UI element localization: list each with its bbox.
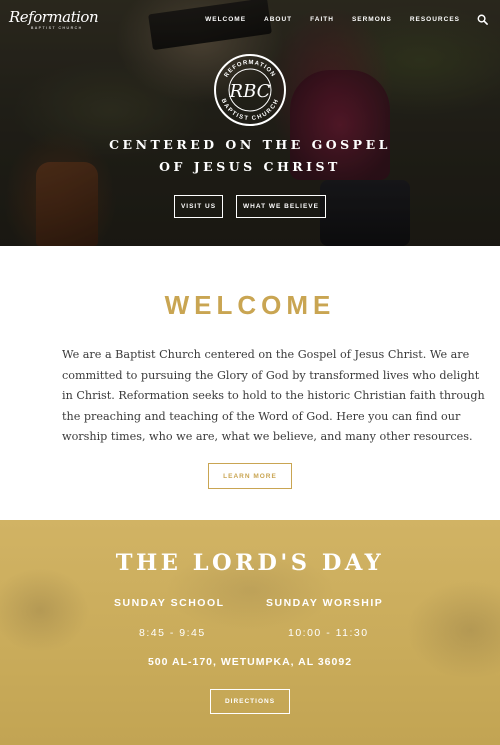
lords-day-section: THE LORD'S DAY SUNDAY SCHOOL SUNDAY WORS…	[0, 520, 500, 745]
nav-item-faith[interactable]: FAITH	[310, 16, 334, 23]
logo-subtitle: BAPTIST CHURCH	[31, 26, 83, 30]
sunday-school-time: 8:45 - 9:45	[139, 627, 206, 639]
hero-photo-bible	[148, 0, 272, 51]
logo-script: Reformation	[9, 8, 99, 26]
welcome-title: WELCOME	[164, 290, 336, 320]
welcome-text-line: in Christ. Reformation seeks to hold to …	[62, 389, 485, 403]
hero-photo-legs	[320, 180, 410, 246]
lords-day-title: THE LORD'S DAY	[115, 550, 385, 576]
site-logo[interactable]: Reformation BAPTIST CHURCH	[9, 8, 99, 31]
church-address: 500 AL-170, WETUMPKA, AL 36092	[147, 656, 353, 668]
directions-button[interactable]: DIRECTIONS	[210, 689, 290, 714]
sunday-worship-time: 10:00 - 11:30	[288, 627, 369, 639]
hero-title: CENTERED ON THE GOSPEL OF JESUS CHRIST	[0, 134, 500, 178]
nav-item-resources[interactable]: RESOURCES	[410, 16, 460, 23]
sunday-worship-label: SUNDAY WORSHIP	[266, 597, 384, 609]
welcome-text-line: committed to pursuing the Glory of God b…	[62, 368, 480, 382]
main-nav: WELCOME ABOUT FAITH SERMONS RESOURCES	[187, 14, 488, 25]
welcome-text-line: We are a Baptist Church centered on the …	[62, 348, 470, 361]
hero-title-line: CENTERED ON THE GOSPEL	[109, 137, 391, 152]
nav-item-about[interactable]: ABOUT	[264, 16, 292, 23]
welcome-paragraph: We are a Baptist Church centered on the …	[62, 345, 485, 448]
sunday-school-label: SUNDAY SCHOOL	[114, 597, 225, 609]
church-emblem: REFORMATION BAPTIST CHURCH RBC	[214, 54, 286, 126]
welcome-text-line: the preaching and teaching of the Word o…	[62, 409, 461, 423]
visit-us-button[interactable]: VISIT US	[174, 195, 223, 218]
hero-title-line: OF JESUS CHRIST	[159, 159, 341, 174]
learn-more-button[interactable]: LEARN MORE	[208, 463, 292, 489]
emblem-monogram: RBC	[229, 81, 271, 102]
what-we-believe-button[interactable]: WHAT WE BELIEVE	[236, 195, 326, 218]
nav-item-welcome[interactable]: WELCOME	[205, 16, 246, 23]
nav-item-sermons[interactable]: SERMONS	[352, 16, 392, 23]
search-icon[interactable]	[477, 14, 488, 25]
welcome-text-line: worship times, who we are, what we belie…	[62, 430, 473, 444]
